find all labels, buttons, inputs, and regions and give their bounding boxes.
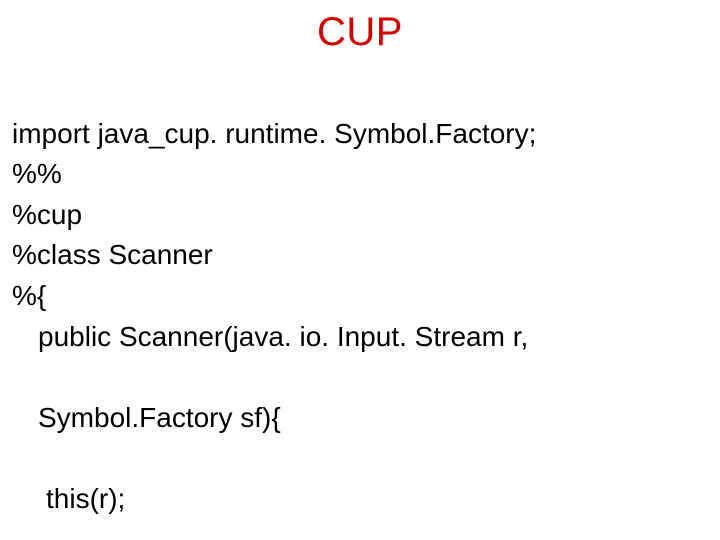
code-line: public Scanner(java. io. Input. Stream r… [12,317,710,358]
slide: CUP import java_cup. runtime. Symbol.Fac… [0,0,720,540]
code-block: import java_cup. runtime. Symbol.Factory… [12,73,710,540]
code-line: Symbol.Factory sf){ [12,398,710,439]
code-line: %cup [12,199,82,230]
code-line: this(r); [12,479,710,520]
code-line: import java_cup. runtime. Symbol.Factory… [12,118,536,149]
code-line: %class Scanner [12,239,213,270]
code-line: %{ [12,280,46,311]
slide-title: CUP [10,10,710,55]
code-line: %% [12,158,62,189]
